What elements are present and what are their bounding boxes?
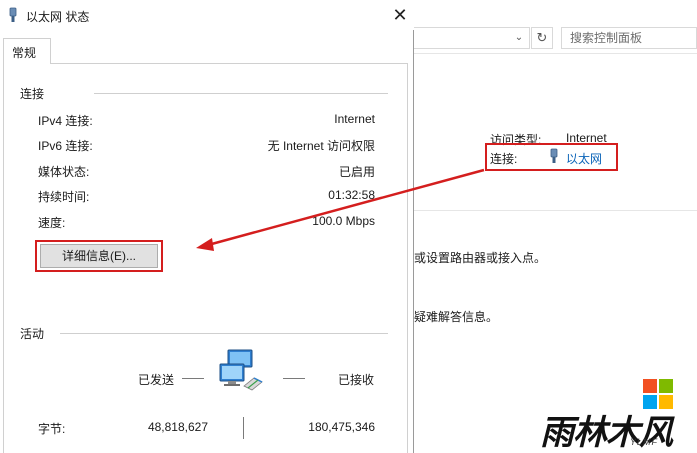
- troubleshoot-text: 疑难解答信息。: [414, 310, 499, 324]
- search-input[interactable]: 搜索控制面板: [561, 27, 697, 49]
- details-button[interactable]: 详细信息(E)...: [40, 244, 158, 268]
- ipv4-label: IPv4 连接:: [38, 114, 93, 128]
- group-divider: [60, 333, 388, 334]
- connection-group-label: 连接: [20, 85, 51, 102]
- ipv6-label: IPv6 连接:: [38, 139, 93, 153]
- bytes-sent-value: 48,818,627: [147, 420, 208, 434]
- bytes-received-value: 180,475,346: [308, 420, 375, 434]
- bytes-label: 字节:: [38, 422, 66, 436]
- setup-router-text: 或设置路由器或接入点。: [414, 251, 547, 265]
- received-connector: [283, 378, 305, 379]
- ethernet-status-dialog: 以太网 状态 ✕ 常规 连接 IPv4 连接: Internet IPv6 连接…: [0, 0, 414, 453]
- bytes-divider: [243, 417, 244, 439]
- duration-value: 01:32:58: [328, 188, 375, 202]
- network-computers-icon: [219, 349, 263, 391]
- ethernet-plug-icon: [9, 7, 17, 22]
- sent-label: 已发送: [138, 373, 175, 387]
- close-button[interactable]: ✕: [386, 0, 414, 30]
- ethernet-plug-icon: [550, 148, 558, 163]
- refresh-icon[interactable]: ↻: [531, 27, 553, 49]
- tab-general[interactable]: 常规: [3, 38, 51, 64]
- connection-link-ethernet[interactable]: 以太网: [566, 150, 602, 167]
- chevron-down-icon[interactable]: ⌄: [511, 30, 527, 46]
- duration-label: 持续时间:: [38, 190, 90, 204]
- speed-label: 速度:: [38, 216, 66, 230]
- media-state-value: 已启用: [338, 165, 375, 179]
- group-divider: [94, 93, 388, 94]
- received-label: 已接收: [338, 373, 375, 387]
- ipv4-value: Internet: [334, 112, 375, 126]
- connection-label: 连接:: [490, 152, 518, 166]
- separator: [414, 210, 697, 211]
- title-bar[interactable]: 以太网 状态 ✕: [0, 0, 414, 30]
- tab-general-label: 常规: [12, 46, 37, 60]
- speed-value: 100.0 Mbps: [312, 214, 375, 228]
- sent-connector: [182, 378, 204, 379]
- ipv6-value: 无 Internet 访问权限: [267, 139, 375, 153]
- media-state-label: 媒体状态:: [38, 165, 90, 179]
- content-header: [414, 56, 697, 100]
- dialog-title: 以太网 状态: [26, 10, 90, 24]
- activity-group-label: 活动: [20, 325, 51, 342]
- watermark-brand-sub: YLMF: [630, 437, 659, 447]
